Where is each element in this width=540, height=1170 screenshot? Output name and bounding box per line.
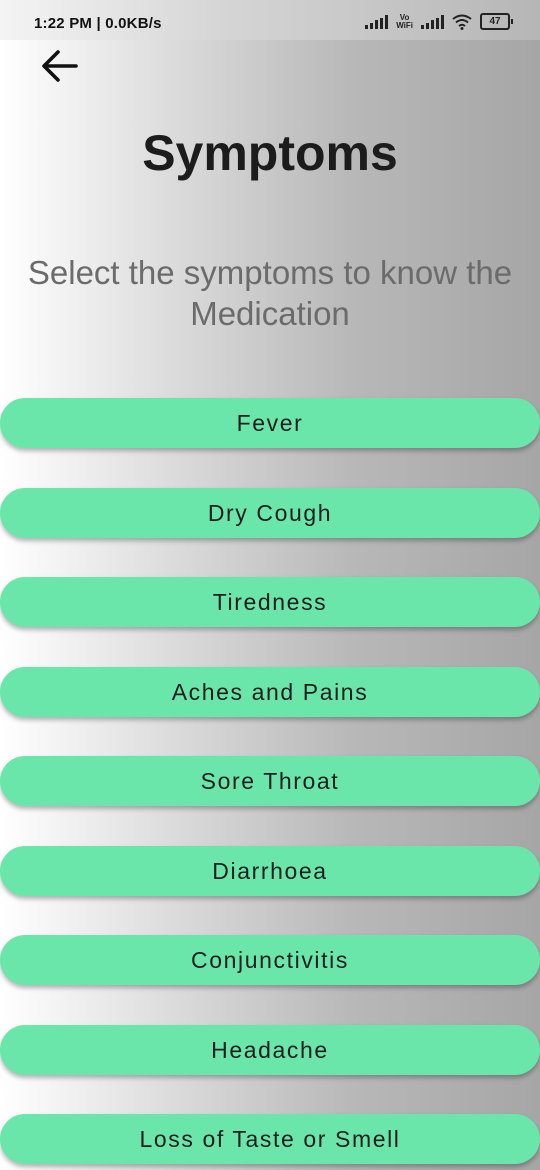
symptom-button-dry-cough[interactable]: Dry Cough xyxy=(0,488,540,538)
status-icons: Vo WiFi 47 xyxy=(365,13,513,30)
vowifi-bottom-label: WiFi xyxy=(396,20,413,30)
symptom-button-headache[interactable]: Headache xyxy=(0,1025,540,1075)
page-subtitle: Select the symptoms to know the Medicati… xyxy=(27,254,513,332)
signal-icon xyxy=(421,14,444,29)
symptom-button-conjunctivitis[interactable]: Conjunctivitis xyxy=(0,935,540,985)
page-title: Symptoms xyxy=(142,125,398,181)
symptom-button-sore-throat[interactable]: Sore Throat xyxy=(0,756,540,806)
status-time: 1:22 PM | 0.0KB/s xyxy=(34,15,162,32)
symptom-button-diarrhoea[interactable]: Diarrhoea xyxy=(0,846,540,896)
symptom-button-loss-of-taste-or-smell[interactable]: Loss of Taste or Smell xyxy=(0,1114,540,1164)
wifi-icon xyxy=(452,14,472,30)
symptom-button-tiredness[interactable]: Tiredness xyxy=(0,577,540,627)
symptom-button-aches-and-pains[interactable]: Aches and Pains xyxy=(0,667,540,717)
symptom-button-fever[interactable]: Fever xyxy=(0,398,540,448)
vowifi-icon: Vo WiFi xyxy=(396,13,413,30)
signal-icon xyxy=(365,14,389,29)
status-bar: 1:22 PM | 0.0KB/s Vo WiFi 47 xyxy=(0,0,540,40)
battery-icon: 47 xyxy=(480,13,513,30)
back-button[interactable] xyxy=(38,46,82,86)
arrow-left-icon xyxy=(42,50,78,82)
